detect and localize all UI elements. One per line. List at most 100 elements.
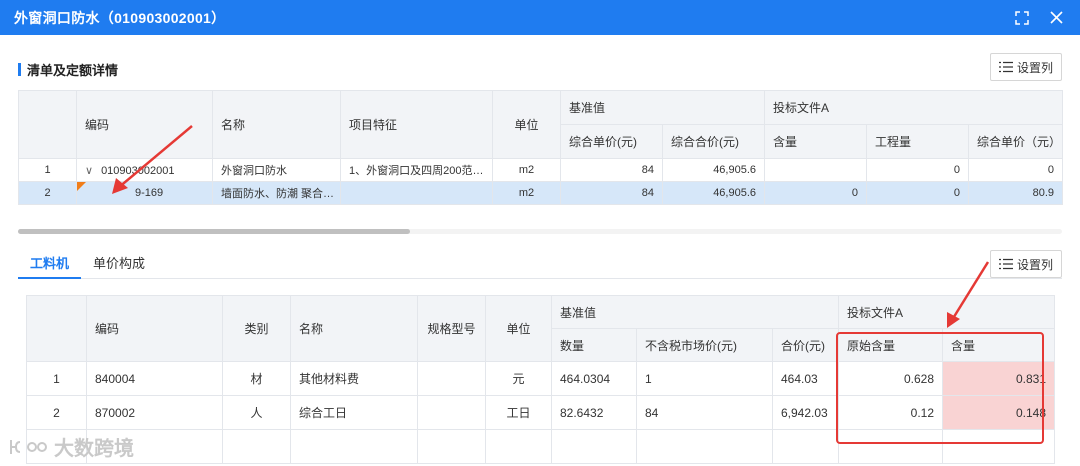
unit-price-cell[interactable]: 84: [560, 158, 663, 182]
section-title: 清单及定额详情: [27, 63, 119, 78]
col-header-name[interactable]: 名称: [212, 90, 341, 159]
col-header-total[interactable]: 合价(元): [771, 328, 840, 362]
horizontal-scrollbar-thumb[interactable]: [18, 229, 410, 234]
code-cell[interactable]: ∨ 010903002001: [76, 158, 213, 182]
content-cell[interactable]: 0: [764, 181, 868, 205]
market-price-cell[interactable]: 84: [636, 395, 773, 430]
empty-cell: [942, 429, 1056, 464]
total-cell[interactable]: 6,942.03: [771, 395, 840, 430]
quantity-cell[interactable]: 0: [866, 158, 970, 182]
row-index: 1: [26, 361, 87, 396]
col-header-code[interactable]: 编码: [76, 90, 213, 159]
col-header-unit-price[interactable]: 综合单价(元): [560, 124, 663, 159]
col-header-feature[interactable]: 项目特征: [340, 90, 493, 159]
col-header-category[interactable]: 类别: [222, 295, 291, 362]
set-columns-button-top[interactable]: 设置列: [990, 53, 1062, 81]
table-row-selected[interactable]: 2 9-169 墙面防水、防潮 聚合… m2 84 46,905.6 0 0 8…: [18, 181, 1064, 205]
col-header-code[interactable]: 编码: [86, 295, 223, 362]
total-price-cell[interactable]: 46,905.6: [661, 158, 766, 182]
qty-cell[interactable]: 464.0304: [551, 361, 637, 396]
orig-content-cell[interactable]: 0.628: [838, 361, 944, 396]
group-header-base: 基准值: [559, 90, 766, 125]
col-header-spec[interactable]: 规格型号: [417, 295, 486, 362]
resource-table: 编码 类别 名称 规格型号 单位 基准值 投标文件A 数量 不含税市场价(元) …: [26, 295, 1056, 464]
empty-cell: [290, 429, 418, 464]
group-header-bid: 投标文件A: [764, 90, 1064, 125]
unit-price-cell[interactable]: 84: [560, 181, 663, 205]
content-cell[interactable]: [764, 158, 868, 182]
dialog-title: 外窗洞口防水（010903002001）: [14, 9, 226, 26]
empty-cell: [417, 429, 486, 464]
col-header-unit[interactable]: 单位: [485, 295, 552, 362]
tab-unit-price-composition[interactable]: 单价构成: [81, 255, 157, 279]
set-columns-label: 设置列: [1016, 257, 1053, 272]
close-icon[interactable]: [1048, 10, 1064, 26]
section-accent-bar: [18, 63, 21, 76]
empty-cell: [222, 429, 291, 464]
market-price-cell[interactable]: 1: [636, 361, 773, 396]
watermark-logo-icon: [10, 439, 48, 454]
code-value: 010903002001: [101, 164, 175, 177]
set-columns-button-bottom[interactable]: 设置列: [990, 250, 1062, 278]
category-cell[interactable]: 材: [222, 361, 291, 396]
name-cell[interactable]: 综合工日: [290, 395, 418, 430]
spec-cell[interactable]: [417, 395, 486, 430]
row-marker-flag: [77, 182, 86, 191]
code-cell[interactable]: 870002: [86, 395, 223, 430]
table-row[interactable]: 1 840004 材 其他材料费 元 464.0304 1 464.03 0.6…: [26, 361, 1056, 396]
empty-cell: [551, 429, 637, 464]
table-row[interactable]: 2 870002 人 综合工日 工日 82.6432 84 6,942.03 0…: [26, 395, 1056, 430]
col-header-quantity[interactable]: 工程量: [866, 124, 970, 159]
col-header-content[interactable]: 含量: [764, 124, 868, 159]
code-cell[interactable]: 9-169: [76, 181, 213, 205]
content-cell[interactable]: 0.831: [942, 361, 1056, 396]
unit-cell[interactable]: 工日: [485, 395, 552, 430]
category-cell[interactable]: 人: [222, 395, 291, 430]
bill-quota-table: 编码 名称 项目特征 单位 基准值 投标文件A 综合单价(元) 综合合价(元) …: [18, 90, 1064, 205]
col-header-name[interactable]: 名称: [290, 295, 418, 362]
expand-icon[interactable]: [1014, 10, 1030, 26]
spec-cell[interactable]: [417, 361, 486, 396]
quantity-cell[interactable]: 0: [866, 181, 970, 205]
list-icon: [998, 61, 1013, 73]
row-index-header: [18, 90, 77, 159]
orig-content-cell[interactable]: 0.12: [838, 395, 944, 430]
row-index: 2: [26, 395, 87, 430]
empty-cell: [838, 429, 944, 464]
unit-cell[interactable]: m2: [492, 158, 561, 182]
empty-cell: [771, 429, 840, 464]
name-cell[interactable]: 墙面防水、防潮 聚合…: [212, 181, 341, 205]
section-header: 清单及定额详情: [18, 60, 118, 79]
bid-unit-price-cell[interactable]: 0: [968, 158, 1064, 182]
list-icon: [998, 258, 1013, 270]
watermark-text: 大数跨境: [54, 438, 134, 460]
table-row[interactable]: 1 ∨ 010903002001 外窗洞口防水 1、外窗洞口及四周200范… m2…: [18, 158, 1064, 182]
qty-cell[interactable]: 82.6432: [551, 395, 637, 430]
row-index-header: [26, 295, 87, 362]
feature-cell[interactable]: [340, 181, 493, 205]
total-cell[interactable]: 464.03: [771, 361, 840, 396]
feature-cell[interactable]: 1、外窗洞口及四周200范…: [340, 158, 493, 182]
dialog-title-bar: 外窗洞口防水（010903002001）: [0, 0, 1080, 35]
name-cell[interactable]: 外窗洞口防水: [212, 158, 341, 182]
col-header-total-price[interactable]: 综合合价(元): [661, 124, 766, 159]
unit-cell[interactable]: 元: [485, 361, 552, 396]
content-cell[interactable]: 0.148: [942, 395, 1056, 430]
set-columns-label: 设置列: [1016, 60, 1053, 75]
tab-labor-material-machine[interactable]: 工料机: [18, 255, 82, 279]
col-header-bid-unit-price[interactable]: 综合单价（元）: [968, 124, 1064, 159]
name-cell[interactable]: 其他材料费: [290, 361, 418, 396]
total-price-cell[interactable]: 46,905.6: [661, 181, 766, 205]
col-header-orig-content[interactable]: 原始含量: [838, 328, 944, 362]
col-header-content[interactable]: 含量: [942, 328, 1056, 362]
col-header-unit[interactable]: 单位: [492, 90, 561, 159]
col-header-qty[interactable]: 数量: [551, 328, 637, 362]
col-header-market-price[interactable]: 不含税市场价(元): [636, 328, 773, 362]
expand-toggle-icon[interactable]: ∨: [85, 165, 93, 177]
watermark: 大数跨境: [8, 432, 134, 461]
empty-cell: [485, 429, 552, 464]
code-cell[interactable]: 840004: [86, 361, 223, 396]
empty-cell: [636, 429, 773, 464]
unit-cell[interactable]: m2: [492, 181, 561, 205]
bid-unit-price-cell[interactable]: 80.9: [968, 181, 1064, 205]
